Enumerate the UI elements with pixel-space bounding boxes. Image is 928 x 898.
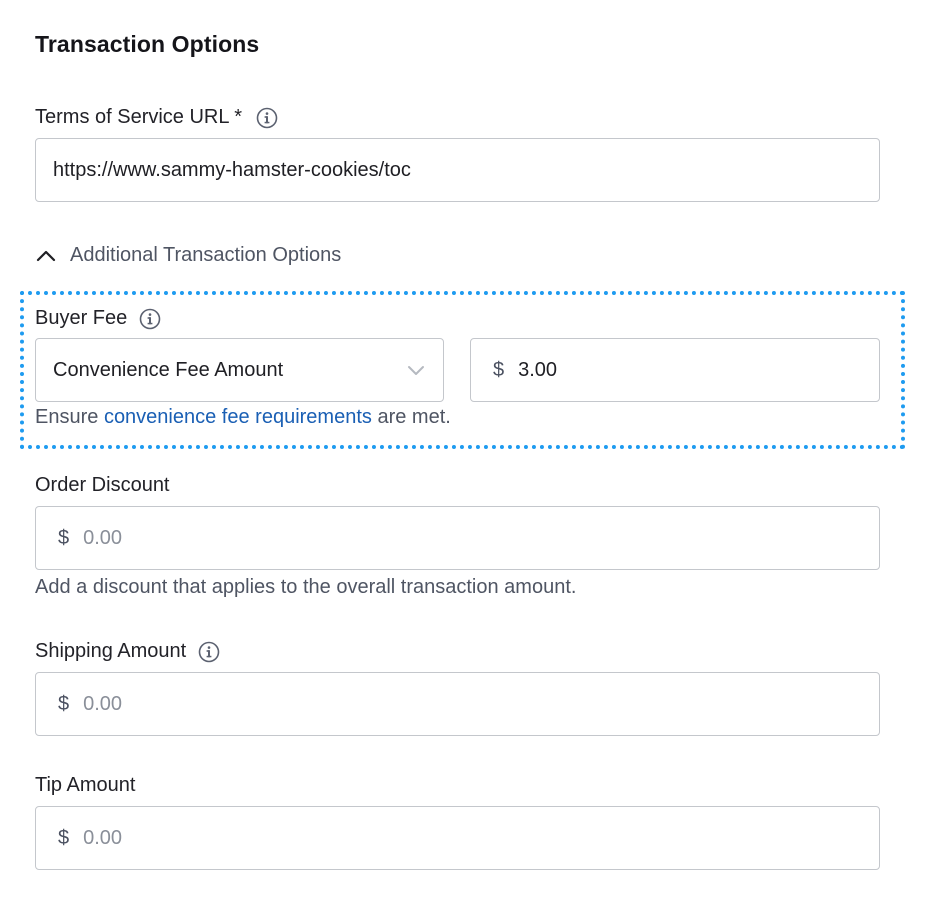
tip-amount-field[interactable]: $ [35, 806, 880, 870]
terms-url-field[interactable] [35, 138, 880, 202]
page-title: Transaction Options [35, 31, 260, 57]
tip-amount-input[interactable] [83, 826, 879, 850]
info-icon[interactable] [139, 308, 161, 330]
buyer-fee-type-select[interactable]: Convenience Fee Amount [35, 338, 444, 402]
chevron-up-icon [35, 245, 57, 267]
convenience-fee-requirements-link[interactable]: convenience fee requirements [104, 406, 372, 428]
buyer-fee-type-value: Convenience Fee Amount [53, 358, 284, 381]
order-discount-label: Order Discount [35, 474, 170, 496]
terms-label-row: Terms of Service URL * [35, 106, 278, 129]
terms-label: Terms of Service URL * [35, 106, 243, 128]
shipping-amount-input[interactable] [83, 692, 879, 716]
shipping-label-row: Shipping Amount [35, 640, 220, 663]
currency-symbol: $ [58, 826, 70, 849]
order-discount-input[interactable] [83, 526, 879, 550]
buyer-fee-help: Ensure convenience fee requirements are … [35, 406, 451, 429]
buyer-fee-label-row: Buyer Fee [35, 307, 161, 330]
buyer-fee-label: Buyer Fee [35, 307, 128, 329]
additional-options-label: Additional Transaction Options [70, 244, 342, 266]
info-icon[interactable] [256, 107, 278, 129]
buyer-fee-help-prefix: Ensure [35, 406, 104, 428]
buyer-fee-help-suffix: are met. [371, 406, 451, 428]
buyer-fee-amount-field[interactable]: $ [470, 338, 880, 402]
info-icon[interactable] [198, 641, 220, 663]
currency-symbol: $ [58, 526, 70, 549]
chevron-down-icon [405, 359, 427, 381]
shipping-amount-field[interactable]: $ [35, 672, 880, 736]
order-discount-field[interactable]: $ [35, 506, 880, 570]
terms-url-input[interactable] [53, 158, 879, 182]
shipping-amount-label: Shipping Amount [35, 640, 187, 662]
order-discount-help: Add a discount that applies to the overa… [35, 576, 577, 598]
currency-symbol: $ [58, 692, 70, 715]
currency-symbol: $ [493, 358, 505, 381]
tip-amount-label: Tip Amount [35, 774, 136, 796]
buyer-fee-amount-input[interactable] [518, 358, 879, 382]
additional-options-toggle[interactable]: Additional Transaction Options [35, 244, 341, 267]
